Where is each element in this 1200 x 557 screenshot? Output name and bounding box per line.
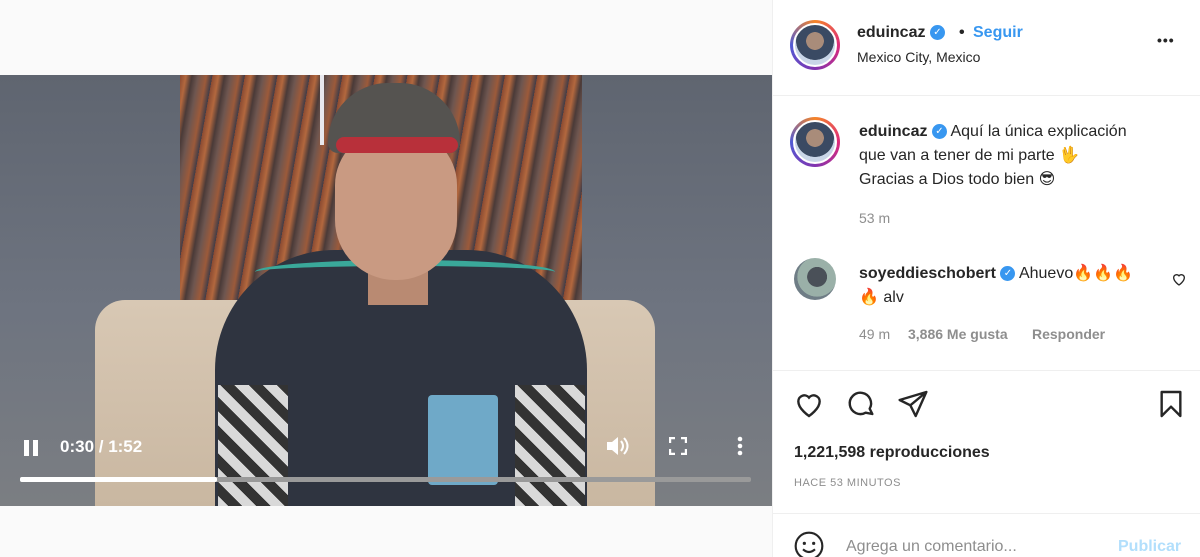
emoji-icon[interactable]	[793, 530, 825, 557]
comment-text-line-1: Ahuevo🔥🔥🔥	[1018, 265, 1133, 282]
post-side-panel: eduincaz ✓ • Seguir Mexico City, Mexico …	[772, 0, 1200, 557]
caption-time: 53 m	[859, 210, 891, 226]
verified-badge-icon: ✓	[1000, 266, 1016, 282]
verified-badge-icon: ✓	[929, 25, 945, 41]
more-options-icon[interactable]	[730, 434, 750, 458]
bookmark-icon[interactable]	[1155, 388, 1187, 420]
comment-time: 49 m	[859, 326, 891, 342]
sleeve-left	[218, 385, 288, 506]
post-options-icon[interactable]: •••	[1157, 32, 1175, 48]
caption-line-2: que van a tener de mi parte 🖖	[859, 147, 1080, 164]
separator-dot: •	[959, 24, 965, 41]
video-time: 0:30 / 1:52	[60, 437, 143, 456]
post-location[interactable]: Mexico City, Mexico	[857, 49, 980, 65]
comment-text-line-2: 🔥 alv	[859, 289, 904, 306]
heart-icon[interactable]	[793, 388, 825, 420]
author-username-header[interactable]: eduincaz ✓	[857, 24, 945, 42]
sweater-logo	[428, 395, 498, 485]
instagram-post-view: 0:30 / 1:52 eduincaz ✓ • Seguir Mexico C…	[0, 0, 1200, 557]
posted-time: HACE 53 MINUTOS	[794, 477, 901, 489]
comment-reply-button[interactable]: Responder	[1032, 326, 1105, 342]
comment-input[interactable]: Agrega un comentario...	[846, 538, 1017, 556]
follow-button[interactable]: Seguir	[973, 24, 1023, 42]
paper-plane-icon[interactable]	[897, 388, 929, 420]
comment-likes-count[interactable]: 3,886 Me gusta	[908, 326, 1008, 342]
verified-badge-icon: ✓	[931, 124, 947, 140]
commenter-username[interactable]: soyeddieschobert	[859, 265, 996, 282]
sleeve-right	[515, 385, 585, 506]
post-caption: eduincaz ✓ Aquí la única explicación que…	[859, 120, 1169, 192]
volume-icon[interactable]	[604, 434, 630, 458]
media-area: 0:30 / 1:52	[0, 0, 772, 557]
comment-body: soyeddieschobert ✓ Ahuevo🔥🔥🔥 🔥 alv	[859, 262, 1159, 310]
author-avatar[interactable]	[790, 20, 840, 70]
fullscreen-icon[interactable]	[668, 436, 688, 456]
video-progress-bar[interactable]	[20, 477, 751, 482]
caption-line-3: Gracias a Dios todo bien 😎	[859, 171, 1056, 188]
comment-bubble-icon[interactable]	[845, 388, 877, 420]
video-progress-fill	[20, 477, 218, 482]
cap-brim	[336, 137, 458, 153]
commenter-avatar[interactable]	[794, 258, 836, 300]
divider	[773, 513, 1200, 514]
divider	[773, 95, 1200, 96]
caption-username[interactable]: eduincaz	[859, 123, 927, 140]
author-username-text[interactable]: eduincaz	[857, 24, 925, 41]
view-count[interactable]: 1,221,598 reproducciones	[794, 444, 990, 462]
caption-author-avatar[interactable]	[790, 117, 840, 167]
divider	[773, 370, 1200, 371]
pause-icon[interactable]	[20, 437, 42, 459]
comment-like-heart-icon[interactable]	[1171, 271, 1187, 287]
caption-line-1: Aquí la única explicación	[950, 123, 1127, 140]
publish-button[interactable]: Publicar	[1118, 538, 1181, 556]
